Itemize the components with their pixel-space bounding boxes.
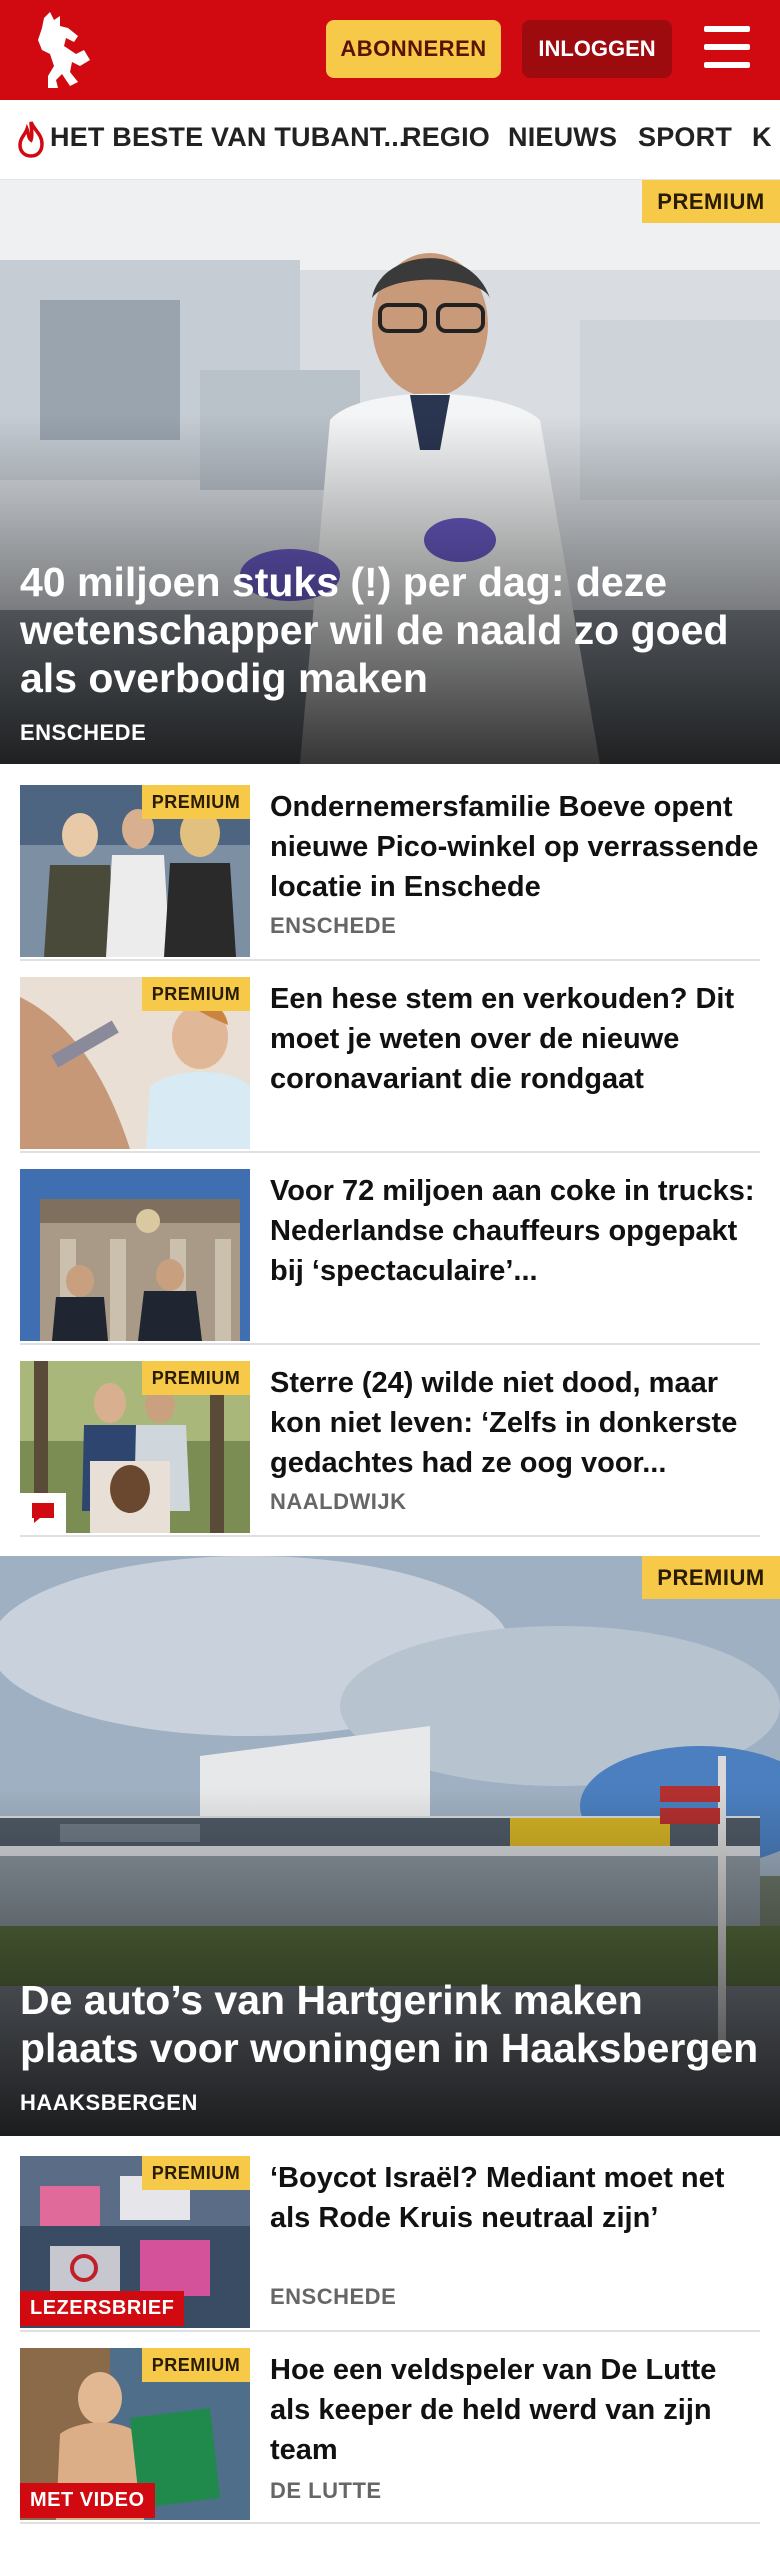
article-location: NAALDWIJK [270, 1489, 407, 1514]
article-title[interactable]: Hoe een veldspeler van De Lutte als keep… [270, 2350, 760, 2470]
article-location: ENSCHEDE [270, 2284, 397, 2309]
article-title[interactable]: ‘Boycot Israël? Mediant moet net als Rod… [270, 2158, 760, 2238]
hero-article[interactable]: PREMIUM 40 miljoen stuks (!) per dag: de… [0, 180, 780, 764]
list-item[interactable]: PREMIUM Ondernemersfamilie Boeve opent n… [20, 785, 760, 961]
list-item[interactable]: PREMIUM Een hese stem en verkouden? Dit … [20, 977, 760, 1153]
article-thumbnail: PREMIUM LEZERSBRIEF [20, 2156, 250, 2328]
video-label: MET VIDEO [20, 2483, 155, 2518]
article-thumbnail: PREMIUM [20, 785, 250, 957]
article-title[interactable]: Voor 72 miljoen aan coke in trucks: Nede… [270, 1171, 760, 1291]
premium-badge: PREMIUM [142, 2156, 250, 2190]
flame-icon [16, 120, 46, 158]
article-title[interactable]: Sterre (24) wilde niet dood, maar kon ni… [270, 1363, 760, 1483]
list-item[interactable]: PREMIUM LEZERSBRIEF ‘Boycot Israël? Medi… [20, 2156, 760, 2332]
hero-article[interactable]: PREMIUM De auto’s van Hartgerink maken p… [0, 1556, 780, 2136]
top-bar: ABONNEREN INLOGGEN [0, 0, 780, 100]
hero-gradient [0, 1788, 780, 2136]
article-location: DE LUTTE [270, 2478, 382, 2503]
article-title[interactable]: Een hese stem en verkouden? Dit moet je … [270, 979, 760, 1099]
lezersbrief-label: LEZERSBRIEF [20, 2291, 185, 2326]
nav-item-more[interactable]: K [752, 122, 772, 153]
article-thumbnail: PREMIUM MET VIDEO [20, 2348, 250, 2520]
hero-title[interactable]: De auto’s van Hartgerink maken plaats vo… [20, 1976, 760, 2072]
article-thumbnail: PREMIUM [20, 1361, 250, 1533]
article-title[interactable]: Ondernemersfamilie Boeve opent nieuwe Pi… [270, 787, 760, 907]
tubantia-horse-icon[interactable] [20, 10, 106, 90]
list-item[interactable]: PREMIUM MET VIDEO Hoe een veldspeler van… [20, 2348, 760, 2524]
premium-badge: PREMIUM [142, 1361, 250, 1395]
nav-item-het-beste[interactable]: HET BESTE VAN TUBANT... [50, 122, 407, 153]
hamburger-menu-icon[interactable] [700, 24, 754, 72]
hero-location: HAAKSBERGEN [20, 2090, 198, 2115]
premium-badge: PREMIUM [642, 180, 780, 223]
nav-item-nieuws[interactable]: NIEUWS [508, 122, 617, 153]
list-item[interactable]: Voor 72 miljoen aan coke in trucks: Nede… [20, 1169, 760, 1345]
article-thumbnail [20, 1169, 250, 1341]
premium-badge: PREMIUM [142, 977, 250, 1011]
section-nav: HET BESTE VAN TUBANT... REGIO NIEUWS SPO… [0, 100, 780, 180]
hero-title[interactable]: 40 miljoen stuks (!) per dag: deze weten… [20, 558, 760, 702]
article-location: ENSCHEDE [270, 913, 397, 938]
login-button[interactable]: INLOGGEN [522, 20, 672, 78]
premium-badge: PREMIUM [642, 1556, 780, 1599]
nav-item-regio[interactable]: REGIO [402, 122, 490, 153]
article-thumbnail: PREMIUM [20, 977, 250, 1149]
premium-badge: PREMIUM [142, 785, 250, 819]
list-item[interactable]: PREMIUM Sterre (24) wilde niet dood, maa… [20, 1361, 760, 1537]
comment-icon[interactable] [20, 1493, 66, 1533]
nav-item-sport[interactable]: SPORT [638, 122, 732, 153]
hero-location: ENSCHEDE [20, 720, 147, 745]
premium-badge: PREMIUM [142, 2348, 250, 2382]
subscribe-button[interactable]: ABONNEREN [326, 20, 501, 78]
